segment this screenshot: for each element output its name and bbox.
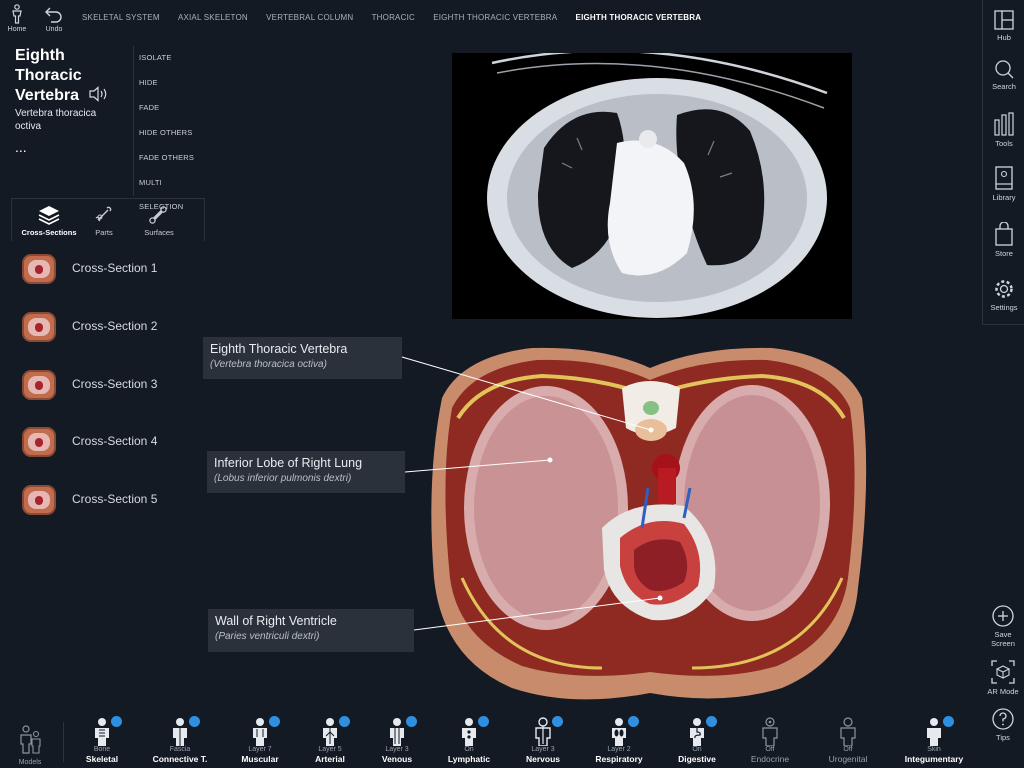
sync-badge-icon[interactable] [189, 716, 200, 727]
hub-button[interactable]: Hub [983, 10, 1024, 42]
save-screen-label-2: Screen [991, 639, 1015, 648]
system-name: Muscular [241, 754, 279, 764]
system-name: Lymphatic [447, 754, 491, 764]
system-lymphatic[interactable]: On Lymphatic [434, 716, 504, 764]
divider [63, 722, 64, 762]
sync-badge-icon[interactable] [552, 716, 563, 727]
system-sub: Bone [93, 746, 111, 753]
system-name: Urogenital [828, 754, 868, 764]
gear-icon [995, 280, 1013, 298]
system-sub: On [464, 746, 474, 753]
system-name: Digestive [678, 754, 716, 764]
sync-badge-icon[interactable] [628, 716, 639, 727]
save-screen-button[interactable]: Save Screen [982, 605, 1024, 648]
system-name: Nervous [525, 754, 560, 764]
system-integumentary[interactable]: Skin Integumentary [899, 716, 969, 764]
models-figures-icon [20, 725, 41, 754]
system-sub: Layer 5 [318, 746, 342, 753]
label-latin: (Vertebra thoracica octiva) [210, 359, 327, 370]
label-inferior-lobe-right-lung[interactable]: Inferior Lobe of Right Lung (Lobus infer… [207, 451, 405, 493]
search-label: Search [992, 82, 1016, 91]
sync-badge-icon[interactable] [706, 716, 717, 727]
system-connective-tissue[interactable]: Fascia Connective T. [145, 716, 215, 764]
urogenital-figure-icon [840, 717, 856, 747]
system-sub: Skin [927, 746, 941, 753]
right-sidebar: Hub Search Tools Library Store Settings [982, 0, 1024, 325]
label-name: Eighth Thoracic Vertebra [210, 342, 348, 356]
system-respiratory[interactable]: Layer 2 Respiratory [584, 716, 654, 764]
label-leader-lines [401, 356, 661, 631]
sync-badge-icon[interactable] [406, 716, 417, 727]
systems-bar: Models Bone Skeletal Fascia Connective T… [0, 716, 1024, 768]
system-sub: Layer 3 [531, 746, 555, 753]
label-latin: (Lobus inferior pulmonis dextri) [214, 473, 352, 484]
system-venous[interactable]: Layer 3 Venous [362, 716, 432, 764]
library-book-icon [995, 166, 1013, 190]
sync-badge-icon[interactable] [943, 716, 954, 727]
system-name: Venous [381, 754, 413, 764]
endocrine-figure-icon [762, 717, 778, 747]
models-label: Models [18, 759, 42, 766]
shopping-bag-icon [995, 222, 1013, 246]
system-name: Respiratory [595, 754, 643, 764]
system-digestive[interactable]: On Digestive [662, 716, 732, 764]
plus-circle-icon [992, 605, 1014, 627]
system-urogenital[interactable]: Off Urogenital [813, 716, 883, 764]
system-name: Skeletal [85, 754, 119, 764]
system-sub: Layer 7 [248, 746, 272, 753]
system-arterial[interactable]: Layer 5 Arterial [295, 716, 365, 764]
system-sub: On [692, 746, 702, 753]
library-label: Library [992, 193, 1016, 202]
library-button[interactable]: Library [983, 166, 1024, 202]
system-name: Arterial [315, 754, 345, 764]
sync-badge-icon[interactable] [339, 716, 350, 727]
tools-icon [994, 112, 1014, 136]
label-eighth-thoracic-vertebra[interactable]: Eighth Thoracic Vertebra (Vertebra thora… [203, 337, 402, 379]
search-icon [995, 60, 1014, 79]
system-nervous[interactable]: Layer 3 Nervous [508, 716, 578, 764]
system-name: Connective T. [152, 754, 208, 764]
hub-label: Hub [997, 33, 1011, 42]
sync-badge-icon[interactable] [269, 716, 280, 727]
search-button[interactable]: Search [983, 59, 1024, 91]
ar-cube-icon [991, 660, 1015, 684]
label-latin: (Paries ventriculi dextri) [215, 631, 320, 642]
system-sub: Off [843, 746, 853, 753]
tools-button[interactable]: Tools [983, 112, 1024, 148]
system-sub: Off [765, 746, 775, 753]
settings-button[interactable]: Settings [983, 278, 1024, 312]
system-name: Integumentary [904, 754, 964, 764]
system-name: Endocrine [750, 754, 790, 764]
models-button[interactable]: Models [0, 724, 60, 767]
label-wall-right-ventricle[interactable]: Wall of Right Ventricle (Paries ventricu… [208, 609, 414, 652]
system-sub: Fascia [169, 746, 191, 753]
system-skeletal[interactable]: Bone Skeletal [67, 716, 137, 764]
hub-icon [994, 10, 1014, 30]
settings-label: Settings [990, 303, 1018, 312]
store-label: Store [995, 249, 1013, 258]
sync-badge-icon[interactable] [111, 716, 122, 727]
label-name: Wall of Right Ventricle [215, 614, 337, 628]
ar-mode-label: AR Mode [987, 687, 1019, 696]
store-button[interactable]: Store [983, 222, 1024, 258]
system-sub: Layer 2 [607, 746, 631, 753]
system-sub: Layer 3 [385, 746, 409, 753]
sync-badge-icon[interactable] [478, 716, 489, 727]
label-name: Inferior Lobe of Right Lung [214, 456, 363, 470]
save-screen-label-1: Save [994, 630, 1012, 639]
system-muscular[interactable]: Layer 7 Muscular [225, 716, 295, 764]
system-endocrine[interactable]: Off Endocrine [735, 716, 805, 764]
ar-mode-button[interactable]: AR Mode [982, 660, 1024, 696]
tools-label: Tools [995, 139, 1013, 148]
